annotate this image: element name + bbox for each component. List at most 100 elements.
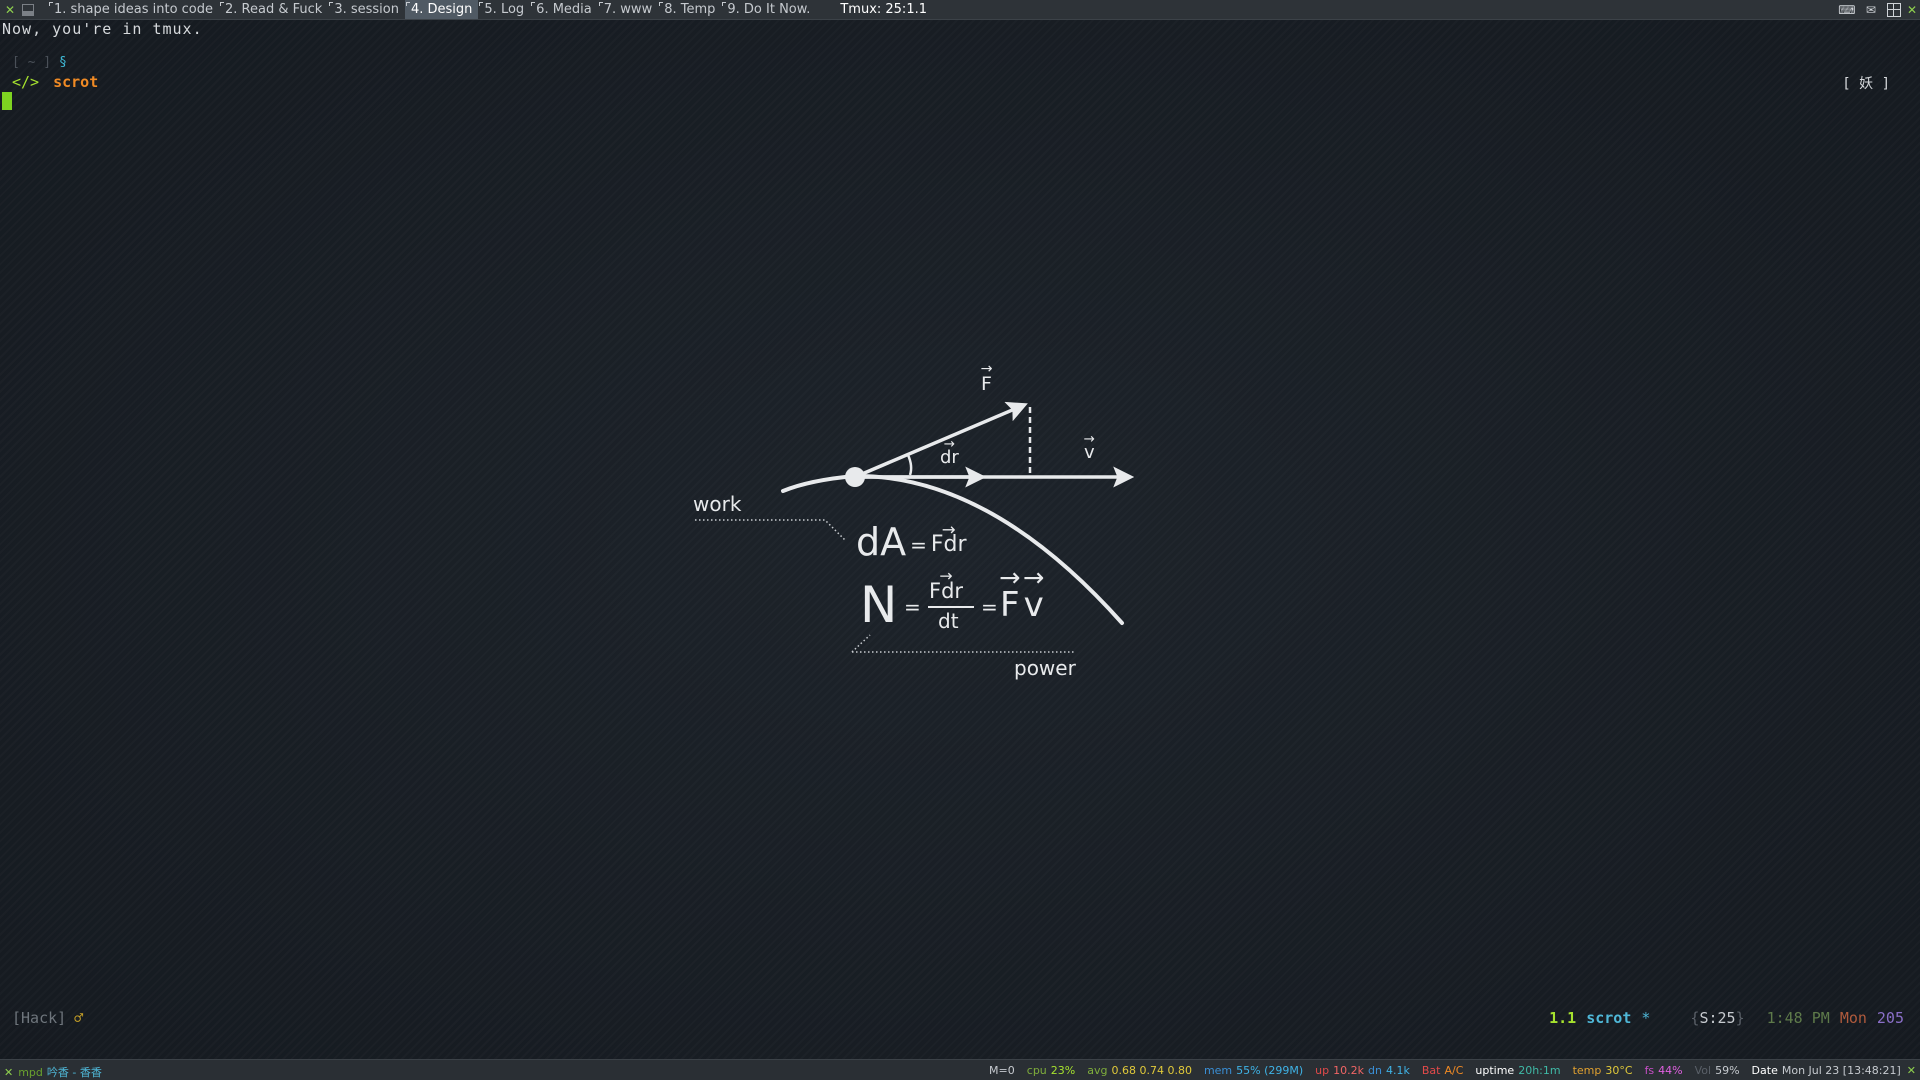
tag-corner-icon (598, 2, 603, 6)
tag-corner-icon (329, 2, 334, 6)
prompt-directory-line: [ ~ ] § (12, 55, 67, 70)
tray-keyboard-icon[interactable]: ⌨ (1838, 3, 1855, 17)
top-bar: ✕ 1. shape ideas into code 2. Read & Fuc… (0, 0, 1920, 20)
x-logo-icon[interactable]: ✕ (4, 1066, 13, 1079)
system-status-bar: ✕ mpd 吟香 - 香香 M=0 cpu 23% avg 0.68 0.74 0.… (0, 1059, 1920, 1080)
work-formula-eq: = (910, 532, 927, 557)
power-leader-diagonal (851, 634, 871, 653)
mpd-widget[interactable]: ✕ mpd 吟香 - 香香 (4, 1064, 102, 1080)
power-formula-rhs: Fv (1000, 585, 1044, 625)
tmux-session: [Hack] ♂ (12, 1009, 83, 1027)
work-formula-lhs: dA (856, 520, 907, 564)
tag-2[interactable]: 2. Read & Fuck (219, 0, 328, 19)
cpu-widget: cpu 23% (1026, 1064, 1076, 1077)
volume-widget[interactable]: Vol 59% (1695, 1064, 1740, 1077)
tag-label: 1. shape ideas into code (54, 2, 214, 17)
tag-label: 6. Media (536, 2, 592, 17)
tmux-status-right: 1.1 scrot * {S:25} 1:48 PM Mon 205 (1549, 1009, 1904, 1027)
command-text: scrot (53, 73, 99, 91)
tag-label: 2. Read & Fuck (225, 2, 323, 17)
displacement-label: dr (940, 447, 959, 468)
close-icon[interactable]: ✕ (1907, 1064, 1916, 1077)
session-count: {S:25} (1690, 1009, 1745, 1027)
gender-icon: ♂ (74, 1009, 84, 1027)
tag-label: 5. Log (484, 2, 525, 17)
power-formula-rhs-v: v (1024, 585, 1044, 625)
tag-5[interactable]: 5. Log (478, 0, 530, 19)
work-formula: dA=Fdr (856, 520, 967, 567)
desktop-screen: ✕ 1. shape ideas into code 2. Read & Fuc… (0, 0, 1920, 1080)
tag-6[interactable]: 6. Media (530, 0, 598, 19)
work-power-diagram: F v dr work power dA=Fdr N = Fdr dt = Fv (670, 365, 1150, 695)
power-formula-lhs: N (860, 576, 898, 634)
mpd-song: 吟香 - 香香 (46, 1066, 102, 1079)
tag-corner-icon (531, 2, 536, 6)
power-formula-eq2: = (981, 595, 998, 619)
tag-label: 3. session (334, 2, 399, 17)
terminal-pane[interactable]: Now, you're in tmux. [ ~ ] § </> scrot [ … (0, 20, 1920, 1058)
force-label: F (981, 373, 992, 395)
network-widget: up 10.2k dn 4.1k (1315, 1064, 1410, 1077)
filesystem-widget: fs 44% (1644, 1064, 1683, 1077)
session-name: [Hack] (12, 1009, 67, 1027)
system-stats: M=0 cpu 23% avg 0.68 0.74 0.80 mem 55% (299… (977, 1064, 1916, 1077)
uptime-widget: uptime 20h:1m (1475, 1064, 1561, 1077)
battery-widget: Bat A/C (1421, 1064, 1464, 1077)
motd-text: Now, you're in tmux. (2, 20, 203, 38)
prompt-directory: [ ~ ] (12, 55, 52, 70)
prompt-command-line: </> scrot (12, 73, 98, 91)
body-point (845, 467, 865, 487)
power-formula-rhs-f: F (1000, 585, 1020, 625)
power-label: power (1014, 656, 1076, 680)
tag-7[interactable]: 7. www (598, 0, 658, 19)
grid-icon[interactable] (1886, 2, 1901, 17)
m0-indicator: M=0 (989, 1064, 1015, 1077)
prompt-symbol: § (58, 55, 67, 70)
tag-8[interactable]: 8. Temp (658, 0, 721, 19)
right-prompt-badge: [ 妖 ] (1842, 76, 1890, 92)
load-avg-widget: avg 0.68 0.74 0.80 (1087, 1064, 1192, 1077)
work-leader-line (695, 519, 847, 542)
date-widget: Date Mon Jul 23 [13:48:21] (1751, 1064, 1901, 1077)
layout-icon[interactable] (22, 3, 34, 16)
trajectory-in-curve (781, 474, 857, 493)
power-formula-eq1: = (904, 595, 921, 619)
window-flag: * (1641, 1009, 1651, 1027)
terminal-cursor (2, 92, 12, 110)
tag-label: 9. Do It Now. (727, 2, 811, 17)
tmux-day: Mon (1839, 1009, 1867, 1027)
mpd-label: mpd (18, 1065, 43, 1079)
tag-corner-icon (405, 2, 410, 6)
tag-corner-icon (49, 2, 53, 6)
window-index[interactable]: 1.1 (1549, 1009, 1576, 1027)
power-formula-denominator: dt (938, 609, 959, 633)
tag-corner-icon (220, 2, 225, 6)
tag-list: 1. shape ideas into code 2. Read & Fuck … (48, 0, 816, 19)
tmux-day-of-year: 205 (1876, 1009, 1904, 1027)
tag-label: 8. Temp (664, 2, 716, 17)
power-formula-numerator: Fdr (929, 579, 963, 603)
tag-4-active[interactable]: 4. Design (404, 0, 479, 19)
x-logo-icon[interactable]: ✕ (3, 3, 17, 17)
close-icon[interactable]: ✕ (1907, 3, 1917, 17)
system-tray: ⌨ ✉ ✕ (1831, 0, 1920, 19)
tag-label: 4. Design (410, 2, 473, 17)
tag-label: 7. www (603, 2, 653, 17)
tag-1[interactable]: 1. shape ideas into code (48, 0, 219, 19)
tag-corner-icon (722, 2, 727, 6)
window-name[interactable]: scrot (1586, 1009, 1631, 1027)
work-formula-rhs: Fdr (931, 523, 967, 567)
tag-3[interactable]: 3. session (328, 0, 405, 19)
temperature-widget: temp 30°C (1572, 1064, 1633, 1077)
prompt-tag: </> (12, 73, 40, 91)
velocity-label: v (1084, 442, 1095, 463)
window-title: Tmux: 25:1.1 (840, 2, 927, 17)
work-label: work (693, 492, 742, 516)
memory-widget: mem 55% (299M) (1203, 1064, 1304, 1077)
tag-corner-icon (659, 2, 664, 6)
tmux-status-line: [Hack] ♂ 1.1 scrot * {S:25} 1:48 PM Mon 2… (0, 1009, 1920, 1029)
tray-chat-icon[interactable]: ✉ (1863, 3, 1879, 17)
tag-9[interactable]: 9. Do It Now. (721, 0, 816, 19)
tmux-clock: 1:48 PM (1766, 1009, 1830, 1027)
angle-arc (906, 454, 913, 476)
